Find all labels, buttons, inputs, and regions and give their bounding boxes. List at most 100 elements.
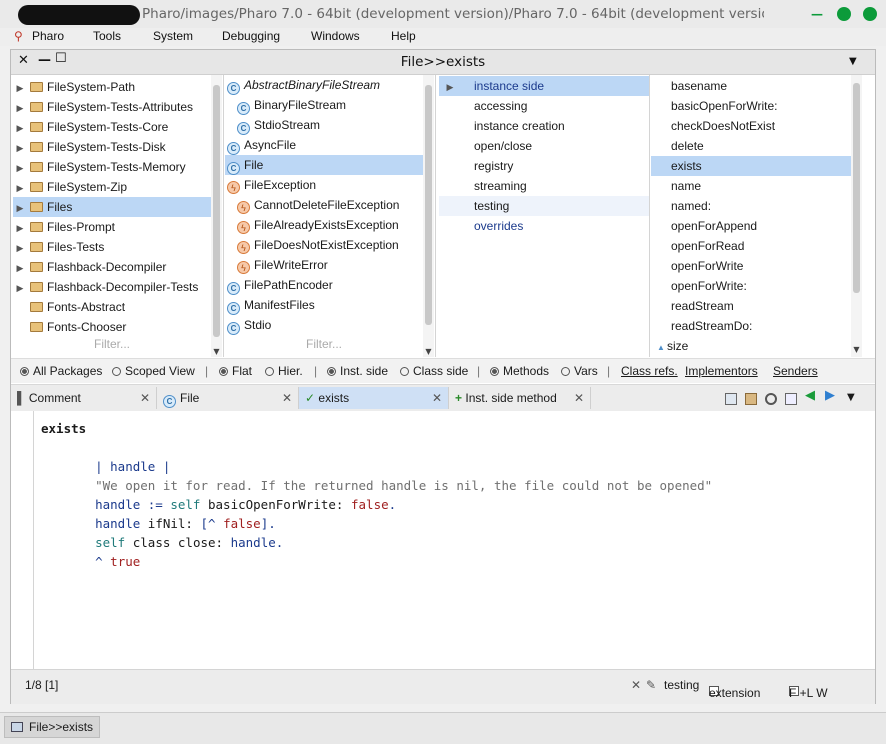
package-item[interactable]: ▶ Files-Prompt [13, 217, 211, 237]
protocol-item[interactable]: open/close [439, 136, 649, 156]
class-item[interactable]: ϟ FileDoesNotExistException [225, 235, 423, 255]
class-item[interactable]: C File [225, 155, 423, 175]
package-item[interactable]: ▶ Files-Tests [13, 237, 211, 257]
menu-system[interactable]: System [153, 29, 193, 43]
close-tab-icon[interactable]: ✕ [432, 387, 442, 409]
package-scrollbar[interactable]: ▼ [211, 75, 222, 357]
method-item[interactable]: readStreamDo: [651, 316, 851, 336]
flat-radio[interactable]: Flat [219, 364, 252, 378]
senders-link[interactable]: Senders [773, 364, 818, 378]
method-item[interactable]: basicOpenForWrite: [651, 96, 851, 116]
class-item[interactable]: ϟ FileAlreadyExistsException [225, 215, 423, 235]
package-item[interactable]: ▶ FileSystem-Tests-Attributes [13, 97, 211, 117]
window-menu-icon[interactable]: ▼ [849, 56, 857, 67]
copy-icon[interactable] [725, 393, 737, 405]
menu-help[interactable]: Help [391, 29, 416, 43]
protocol-item[interactable]: streaming [439, 176, 649, 196]
method-item[interactable]: name [651, 176, 851, 196]
menu-tools[interactable]: Tools [93, 29, 121, 43]
maximize-button[interactable]: + [837, 7, 851, 21]
method-item[interactable]: openForWrite: [651, 276, 851, 296]
package-item[interactable]: Fonts-Chooser [13, 317, 211, 337]
method-item[interactable]: openForWrite [651, 256, 851, 276]
class-item[interactable]: ϟ FileException [225, 175, 423, 195]
method-scrollbar[interactable]: ▼ [851, 75, 862, 357]
class-item[interactable]: C StdioStream [225, 115, 423, 135]
protocol-item[interactable]: instance creation [439, 116, 649, 136]
all-packages-radio[interactable]: All Packages [20, 364, 102, 378]
vars-radio[interactable]: Vars [561, 364, 598, 378]
package-item[interactable]: ▶ Flashback-Decompiler [13, 257, 211, 277]
package-list[interactable]: ▶ FileSystem-Path ▶ FileSystem-Tests-Attrib… [13, 75, 211, 357]
protocol-list[interactable]: ▶ instance side accessing instance creation… [439, 75, 649, 357]
package-icon[interactable] [745, 393, 757, 405]
method-icon: ✓ [305, 391, 316, 405]
class-refs-link[interactable]: Class refs. [621, 364, 678, 378]
close-tab-icon[interactable]: ✕ [574, 387, 584, 409]
method-item[interactable]: readStream [651, 296, 851, 316]
inst-side-radio[interactable]: Inst. side [327, 364, 388, 378]
package-item[interactable]: ▶ FileSystem-Tests-Memory [13, 157, 211, 177]
package-filter-input[interactable]: Filter... [13, 337, 211, 351]
scoped-view-radio[interactable]: Scoped View [112, 364, 195, 378]
package-item[interactable]: ▶ FileSystem-Tests-Core [13, 117, 211, 137]
class-scrollbar[interactable]: ▼ [423, 75, 434, 357]
class-side-radio[interactable]: Class side [400, 364, 468, 378]
class-item[interactable]: C Stdio [225, 315, 423, 335]
package-item[interactable]: ▶ Flashback-Decompiler-Tests [13, 277, 211, 297]
code-editor[interactable]: exists | handle | "We open it for read. … [11, 411, 875, 669]
package-item[interactable]: ▶ FileSystem-Tests-Disk [13, 137, 211, 157]
edit-icon[interactable]: ✎ [646, 678, 656, 692]
class-item[interactable]: C AsyncFile [225, 135, 423, 155]
forward-arrow-icon[interactable]: ▶ [825, 389, 839, 403]
protocol-item[interactable]: ▶ instance side [439, 76, 649, 96]
tab-menu-icon[interactable]: ▼ [847, 392, 859, 404]
method-item[interactable]: openForAppend [651, 216, 851, 236]
back-arrow-icon[interactable]: ◀ [805, 389, 819, 403]
menu-pharo[interactable]: Pharo [32, 29, 64, 43]
method-item[interactable]: exists [651, 156, 851, 176]
method-item[interactable]: delete [651, 136, 851, 156]
remove-protocol-icon[interactable]: ✕ [631, 678, 641, 692]
method-item[interactable]: basename [651, 76, 851, 96]
protocol-item[interactable]: registry [439, 156, 649, 176]
package-item[interactable]: ▶ FileSystem-Zip [13, 177, 211, 197]
minimize-button[interactable]: — [810, 7, 824, 21]
method-item[interactable]: ▲ size [651, 336, 851, 356]
hier-radio[interactable]: Hier. [265, 364, 303, 378]
menu-debugging[interactable]: Debugging [222, 29, 280, 43]
method-item[interactable]: named: [651, 196, 851, 216]
package-item[interactable]: ▶ FileSystem-Path [13, 77, 211, 97]
class-item[interactable]: C ManifestFiles [225, 295, 423, 315]
class-filter-input[interactable]: Filter... [225, 337, 423, 351]
taskbar-item-file-exists[interactable]: File>>exists [4, 716, 100, 738]
close-window-button[interactable]: × [863, 7, 877, 21]
tab-exists[interactable]: ✓ exists ✕ [299, 387, 449, 409]
class-item[interactable]: C BinaryFileStream [225, 95, 423, 115]
protocol-item[interactable]: testing [439, 196, 649, 216]
protocol-item[interactable]: accessing [439, 96, 649, 116]
method-item[interactable]: checkDoesNotExist [651, 116, 851, 136]
class-list[interactable]: C AbstractBinaryFileStream C BinaryFileStre… [225, 75, 423, 357]
protocol-label[interactable]: testing [664, 678, 699, 692]
class-item[interactable]: C FilePathEncoder [225, 275, 423, 295]
package-item[interactable]: Fonts-Abstract [13, 297, 211, 317]
methods-radio[interactable]: Methods [490, 364, 549, 378]
class-item[interactable]: ϟ FileWriteError [225, 255, 423, 275]
class-item[interactable]: ϟ CannotDeleteFileException [225, 195, 423, 215]
search-icon[interactable] [765, 393, 777, 405]
package-item[interactable]: ▶ Files [13, 197, 211, 217]
implementors-link[interactable]: Implementors [685, 364, 758, 378]
comment-icon: ▌ [17, 391, 26, 405]
protocol-item[interactable]: overrides [439, 216, 649, 236]
method-list[interactable]: basename basicOpenForWrite: checkDoesNotEx… [651, 75, 851, 357]
class-item[interactable]: C AbstractBinaryFileStream [225, 75, 423, 95]
menu-windows[interactable]: Windows [311, 29, 360, 43]
history-icon[interactable] [785, 393, 797, 405]
tab-inst-side-method[interactable]: + Inst. side method ✕ [449, 387, 591, 409]
close-tab-icon[interactable]: ✕ [282, 387, 292, 409]
tab-file[interactable]: C File ✕ [157, 387, 299, 409]
method-item[interactable]: openForRead [651, 236, 851, 256]
tab-comment[interactable]: ▌ Comment ✕ [11, 387, 157, 409]
close-tab-icon[interactable]: ✕ [140, 387, 150, 409]
